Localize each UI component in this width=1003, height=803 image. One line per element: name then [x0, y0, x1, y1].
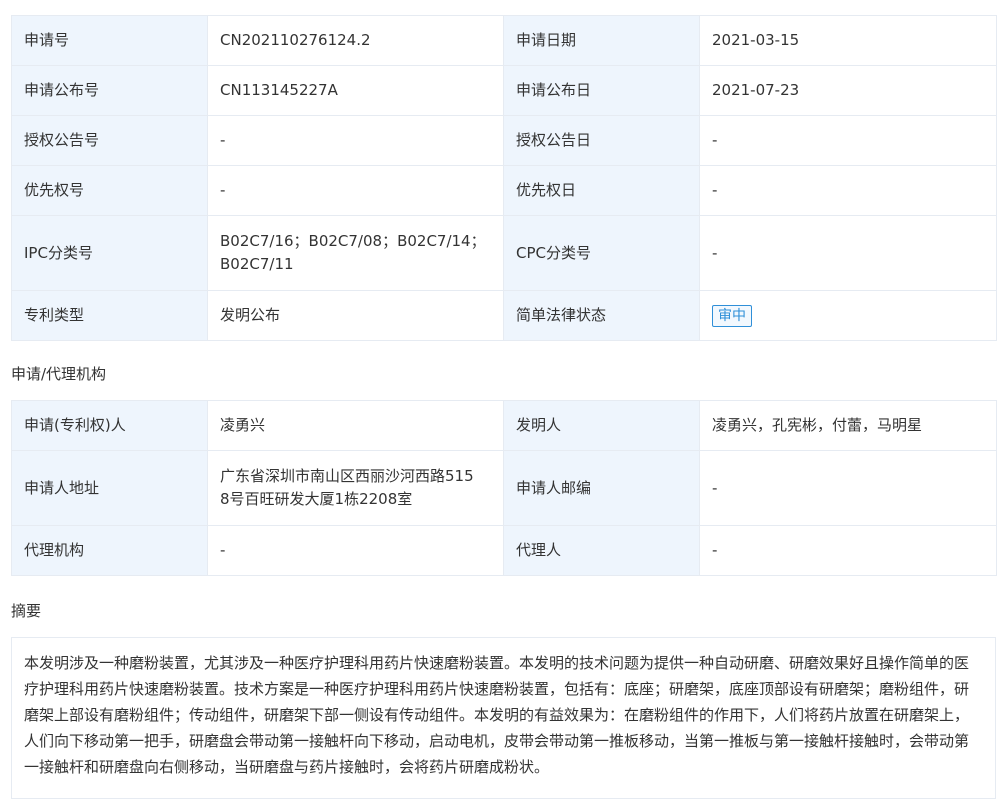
field-label: CPC分类号 — [503, 215, 700, 291]
ipc-line-1: B02C7/16；B02C7/08；B02C7/14； — [220, 232, 486, 250]
application-date: 2021-03-15 — [699, 15, 997, 66]
ipc-line-2: B02C7/11 — [220, 255, 294, 273]
table-row: 申请公布号 CN113145227A 申请公布日 2021-07-23 — [11, 65, 997, 116]
grant-number: - — [207, 115, 504, 166]
applicant-address: 广东省深圳市南山区西丽沙河西路515 8号百旺研发大厦1栋2208室 — [207, 450, 504, 526]
field-label: 优先权日 — [503, 165, 700, 216]
address-line-2: 8号百旺研发大厦1栋2208室 — [220, 490, 413, 508]
patent-type: 发明公布 — [207, 290, 504, 341]
inventors: 凌勇兴，孔宪彬，付蕾，马明星 — [699, 400, 997, 451]
legal-status-cell: 审中 — [699, 290, 997, 341]
patent-detail-page: 申请号 CN202110276124.2 申请日期 2021-03-15 申请公… — [0, 0, 1003, 803]
table-row: 申请(专利权)人 凌勇兴 发明人 凌勇兴，孔宪彬，付蕾，马明星 — [11, 400, 997, 451]
field-label: 申请(专利权)人 — [11, 400, 208, 451]
application-number: CN202110276124.2 — [207, 15, 504, 66]
field-label: 申请人邮编 — [503, 450, 700, 526]
priority-date: - — [699, 165, 997, 216]
cpc-classification: - — [699, 215, 997, 291]
table-row: 授权公告号 - 授权公告日 - — [11, 115, 997, 166]
grant-date: - — [699, 115, 997, 166]
publication-number: CN113145227A — [207, 65, 504, 116]
table-row: 代理机构 - 代理人 - — [11, 525, 997, 576]
table-row: 专利类型 发明公布 简单法律状态 审中 — [11, 290, 997, 341]
section-title-agency: 申请/代理机构 — [11, 365, 107, 383]
legal-status-badge: 审中 — [712, 305, 752, 327]
publication-date: 2021-07-23 — [699, 65, 997, 116]
field-label: 申请公布日 — [503, 65, 700, 116]
field-label: 代理人 — [503, 525, 700, 576]
field-label: 申请公布号 — [11, 65, 208, 116]
basic-info-table: 申请号 CN202110276124.2 申请日期 2021-03-15 申请公… — [11, 15, 997, 341]
field-label: 授权公告日 — [503, 115, 700, 166]
field-label: 申请号 — [11, 15, 208, 66]
applicant-postcode: - — [699, 450, 997, 526]
field-label: 专利类型 — [11, 290, 208, 341]
table-row: 优先权号 - 优先权日 - — [11, 165, 997, 216]
agency-name: - — [207, 525, 504, 576]
agency-info-table: 申请(专利权)人 凌勇兴 发明人 凌勇兴，孔宪彬，付蕾，马明星 申请人地址 广东… — [11, 400, 997, 576]
ipc-classification: B02C7/16；B02C7/08；B02C7/14； B02C7/11 — [207, 215, 504, 291]
table-row: 申请号 CN202110276124.2 申请日期 2021-03-15 — [11, 15, 997, 66]
field-label: IPC分类号 — [11, 215, 208, 291]
table-row: 申请人地址 广东省深圳市南山区西丽沙河西路515 8号百旺研发大厦1栋2208室… — [11, 450, 997, 526]
abstract-text: 本发明涉及一种磨粉装置，尤其涉及一种医疗护理科用药片快速磨粉装置。本发明的技术问… — [11, 637, 996, 799]
field-label: 简单法律状态 — [503, 290, 700, 341]
field-label: 优先权号 — [11, 165, 208, 216]
field-label: 发明人 — [503, 400, 700, 451]
table-row: IPC分类号 B02C7/16；B02C7/08；B02C7/14； B02C7… — [11, 215, 997, 291]
applicant: 凌勇兴 — [207, 400, 504, 451]
field-label: 申请人地址 — [11, 450, 208, 526]
section-title-abstract: 摘要 — [11, 602, 42, 620]
address-line-1: 广东省深圳市南山区西丽沙河西路515 — [220, 467, 474, 485]
field-label: 申请日期 — [503, 15, 700, 66]
agent-name: - — [699, 525, 997, 576]
priority-number: - — [207, 165, 504, 216]
field-label: 授权公告号 — [11, 115, 208, 166]
field-label: 代理机构 — [11, 525, 208, 576]
